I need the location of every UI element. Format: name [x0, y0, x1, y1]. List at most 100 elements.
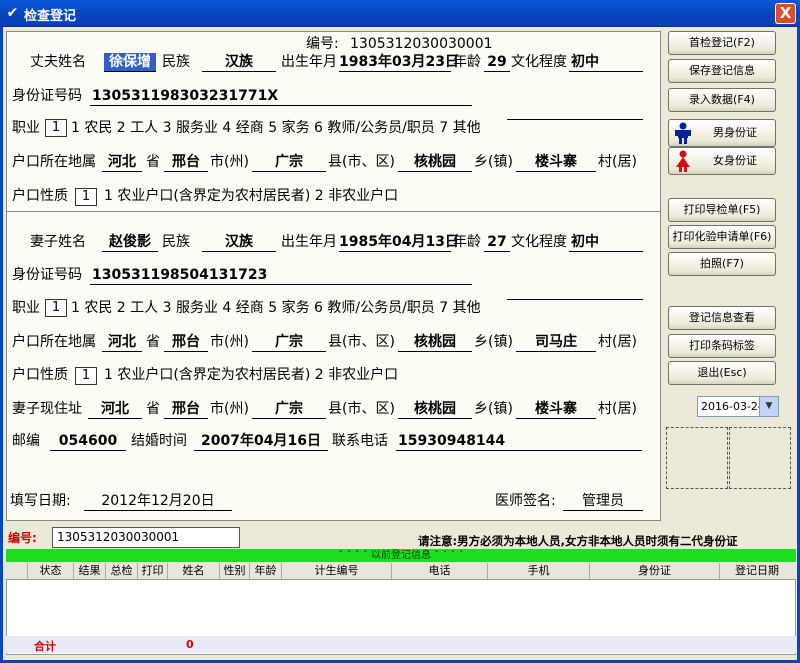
male-figure-icon	[675, 122, 691, 144]
wife-job-options: 1 农民 2 工人 3 服务业 4 经商 5 家务 6 教师/公务员/职员 7 …	[71, 300, 481, 316]
col-phone[interactable]: 电话	[392, 563, 488, 579]
col-name[interactable]: 姓名	[168, 563, 220, 579]
husband-name-label: 丈夫姓名	[30, 54, 86, 70]
search-input[interactable]: 1305312030030001	[52, 527, 240, 548]
wife-birth-label: 出生年月	[281, 234, 337, 250]
col-age[interactable]: 年龄	[250, 563, 282, 579]
husband-id-field[interactable]: 130531198303231771X	[90, 87, 472, 106]
history-bar[interactable]: ˇ ˇ ˇ ˇ 以前登记信息 ˇ ˇ ˇ ˇ	[6, 549, 796, 562]
fill-date-field[interactable]: 2012年12月20日	[84, 492, 232, 511]
doctor-label: 医师签名:	[495, 493, 556, 509]
husband-ethnicity-field[interactable]: 汉族	[202, 53, 276, 72]
female-id-button[interactable]: 女身份证	[668, 147, 776, 175]
wife-province-suffix: 省	[146, 334, 160, 350]
wife-job-field[interactable]: 1	[45, 299, 67, 317]
wife-ethnicity-field[interactable]: 汉族	[202, 233, 276, 252]
husband-city-suffix: 市(州)	[210, 154, 249, 170]
husband-province-suffix: 省	[146, 154, 160, 170]
col-result[interactable]: 结果	[74, 563, 106, 579]
zip-field[interactable]: 054600	[50, 432, 126, 451]
check-icon: ✔	[6, 5, 19, 21]
col-mobile[interactable]: 手机	[488, 563, 590, 579]
wife-name-field[interactable]: 赵俊影	[102, 233, 158, 252]
wife-county-field[interactable]: 广宗	[252, 333, 326, 352]
col-overall[interactable]: 总检	[106, 563, 138, 579]
photo-button[interactable]: 拍照(F7)	[668, 252, 776, 276]
history-bar-label: 以前登记信息	[371, 550, 431, 561]
chevron-down-icon[interactable]: ▼	[759, 397, 778, 416]
wife-town-field[interactable]: 核桃园	[398, 333, 472, 352]
wife-res-city-field[interactable]: 邢台	[164, 400, 208, 419]
husband-ethnicity-label: 民族	[162, 54, 190, 70]
input-data-button[interactable]: 录入数据(F4)	[668, 88, 776, 112]
wife-village-suffix: 村(居)	[598, 334, 637, 350]
col-status[interactable]: 状态	[28, 563, 74, 579]
marriage-date-field[interactable]: 2007年04月16日	[194, 432, 328, 451]
wife-id-label: 身份证号码	[12, 267, 82, 283]
wife-job-other-field[interactable]	[507, 299, 643, 300]
husband-hukou-type-field[interactable]: 1	[75, 188, 97, 206]
wife-edu-label: 文化程度	[511, 234, 567, 250]
table-total-row: 合计 0	[6, 636, 796, 653]
col-gender[interactable]: 性别	[220, 563, 250, 579]
first-register-button[interactable]: 首检登记(F2)	[668, 31, 776, 55]
husband-province-field[interactable]: 河北	[102, 153, 142, 172]
wife-res-village-suffix: 村(居)	[598, 401, 637, 417]
print-barcode-button[interactable]: 打印条码标签	[668, 334, 776, 358]
print-lab-button[interactable]: 打印化验申请单(F6)	[668, 225, 776, 249]
wife-city-suffix: 市(州)	[210, 334, 249, 350]
wife-photo-frame	[729, 427, 791, 489]
wife-edu-field[interactable]: 初中	[569, 233, 643, 252]
husband-job-field[interactable]: 1	[45, 119, 67, 137]
serial-value: 1305312030030001	[350, 36, 493, 52]
husband-job-other-field[interactable]	[507, 119, 643, 120]
exit-button[interactable]: 退出(Esc)	[668, 361, 776, 385]
wife-res-town-suffix: 乡(镇)	[474, 401, 513, 417]
wife-res-town-field[interactable]: 核桃园	[398, 400, 472, 419]
husband-edu-field[interactable]: 初中	[569, 53, 643, 72]
husband-birth-field[interactable]: 1983年03月23日	[339, 53, 459, 72]
serial-label: 编号:	[306, 36, 339, 52]
phone-field[interactable]: 15930948144	[396, 432, 642, 451]
husband-job-options: 1 农民 2 工人 3 服务业 4 经商 5 家务 6 教师/公务员/职员 7 …	[71, 120, 481, 136]
husband-age-field[interactable]: 29	[484, 53, 510, 72]
wife-city-field[interactable]: 邢台	[164, 333, 208, 352]
wife-id-field[interactable]: 130531198504131723	[90, 266, 472, 285]
husband-photo-frame	[666, 427, 728, 489]
form-divider	[6, 211, 661, 212]
husband-town-field[interactable]: 核桃园	[398, 153, 472, 172]
husband-hukou-type-label: 户口性质	[12, 188, 68, 204]
husband-city-field[interactable]: 邢台	[164, 153, 208, 172]
wife-res-village-field[interactable]: 楼斗寨	[516, 400, 596, 419]
col-register-date[interactable]: 登记日期	[720, 563, 794, 579]
wife-residence-label: 妻子现住址	[12, 401, 82, 417]
husband-name-field[interactable]: 徐保增	[104, 53, 156, 72]
col-id-card[interactable]: 身份证	[590, 563, 720, 579]
doctor-field[interactable]: 管理员	[563, 492, 643, 511]
husband-birth-label: 出生年月	[281, 54, 337, 70]
wife-ethnicity-label: 民族	[162, 234, 190, 250]
row-selector-header	[6, 563, 28, 579]
wife-village-field[interactable]: 司马庄	[516, 333, 596, 352]
wife-res-county-field[interactable]: 广宗	[252, 400, 326, 419]
husband-village-field[interactable]: 楼斗寨	[516, 153, 596, 172]
wife-province-field[interactable]: 河北	[102, 333, 142, 352]
close-button[interactable]: X	[775, 3, 796, 24]
search-label: 编号:	[8, 531, 37, 545]
save-button[interactable]: 保存登记信息	[668, 59, 776, 83]
wife-hukou-type-field[interactable]: 1	[75, 367, 97, 385]
wife-res-province-field[interactable]: 河北	[88, 400, 142, 419]
wife-age-field[interactable]: 27	[484, 233, 510, 252]
wife-hukou-label: 户口所在地属	[12, 334, 96, 350]
fill-date-label: 填写日期:	[10, 493, 71, 509]
wife-birth-field[interactable]: 1985年04月13日	[339, 233, 459, 252]
print-guide-button[interactable]: 打印导检单(F5)	[668, 198, 776, 222]
col-print[interactable]: 打印	[138, 563, 168, 579]
husband-county-field[interactable]: 广宗	[252, 153, 326, 172]
view-info-button[interactable]: 登记信息查看	[668, 306, 776, 330]
male-id-button[interactable]: 男身份证	[668, 119, 776, 147]
wife-hukou-type-label: 户口性质	[12, 367, 68, 383]
husband-town-suffix: 乡(镇)	[474, 154, 513, 170]
col-plan-id[interactable]: 计生编号	[282, 563, 392, 579]
husband-id-label: 身份证号码	[12, 88, 82, 104]
